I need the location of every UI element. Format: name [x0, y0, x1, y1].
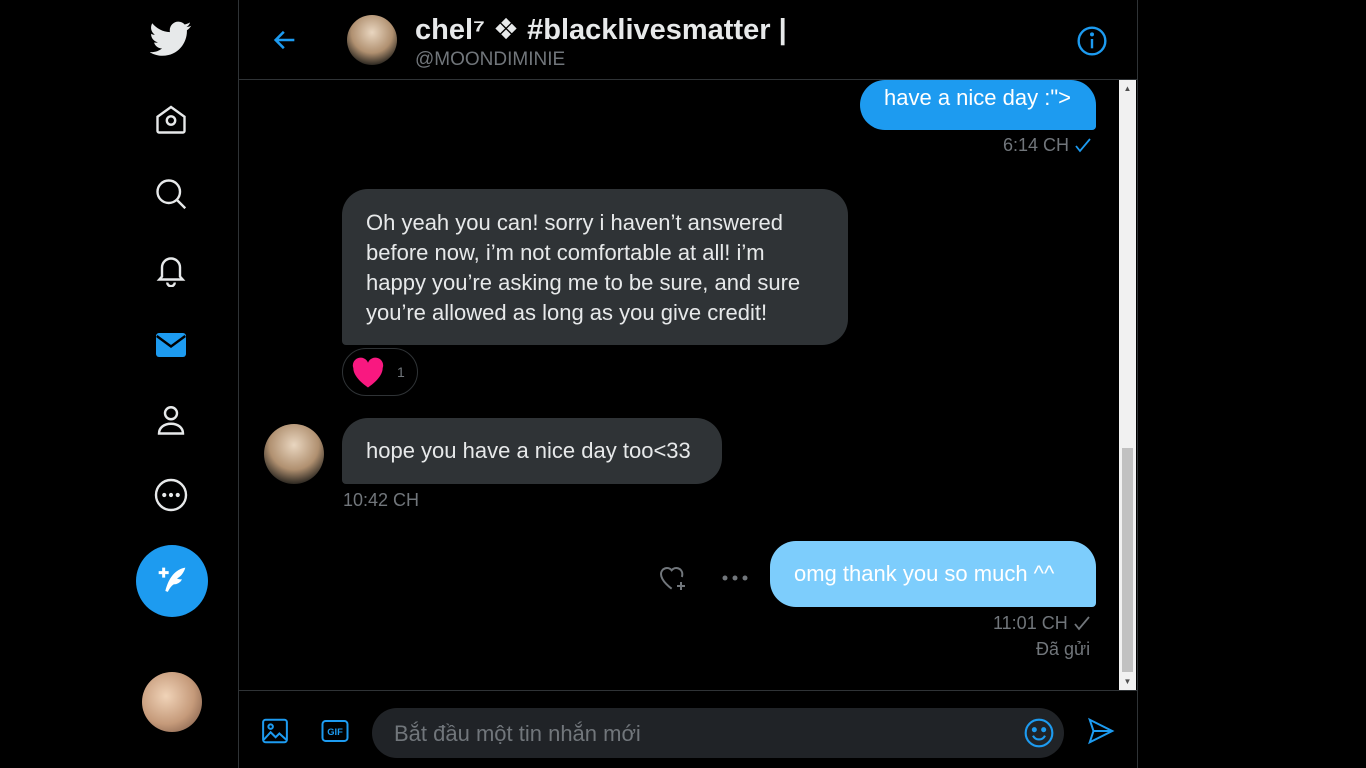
smiley-icon	[1024, 718, 1054, 748]
right-blank-area	[1138, 0, 1366, 768]
info-icon	[1077, 26, 1107, 56]
received-message-bubble[interactable]: Oh yeah you can! sorry i haven’t answere…	[342, 189, 848, 345]
sent-message-bubble[interactable]: have a nice day :">	[860, 80, 1096, 130]
sent-message-bubble[interactable]: omg thank you so much ^^	[770, 541, 1096, 607]
more-horizontal-icon	[722, 575, 748, 581]
add-media-button[interactable]	[257, 713, 293, 749]
sent-check-icon	[1074, 616, 1090, 631]
account-avatar[interactable]	[142, 672, 202, 732]
svg-text:GIF: GIF	[327, 727, 343, 737]
message-text: have a nice day :">	[884, 85, 1071, 110]
message-input-container	[372, 708, 1064, 760]
message-time: 11:01 CH	[993, 613, 1068, 633]
conversation-header: chel⁷ ❖ #blacklivesmatter | @MOONDIMINIE	[239, 0, 1137, 80]
conversation-pane: chel⁷ ❖ #blacklivesmatter | @MOONDIMINIE…	[238, 0, 1138, 768]
message-scrollbar[interactable]: ▲ ▼	[1119, 80, 1136, 690]
left-nav	[0, 0, 238, 768]
reaction-badge[interactable]: 1	[342, 348, 418, 396]
compose-tweet-icon	[158, 567, 186, 592]
compose-tweet-button[interactable]	[136, 545, 208, 617]
message-input[interactable]	[392, 708, 996, 760]
message-list: have a nice day :"> 6:14 CH Oh yeah you …	[239, 80, 1137, 690]
messages-icon[interactable]	[142, 316, 200, 374]
conversation-info-button[interactable]	[1075, 24, 1109, 58]
message-meta: 6:14 CH	[1003, 135, 1092, 156]
notifications-icon[interactable]	[142, 240, 200, 298]
read-check-icon	[1075, 138, 1091, 153]
send-button[interactable]	[1083, 713, 1119, 749]
message-time: 6:14 CH	[1003, 135, 1070, 155]
gif-icon: GIF	[321, 720, 349, 742]
message-text: Oh yeah you can! sorry i haven’t answere…	[366, 210, 801, 325]
heart-icon	[352, 357, 384, 388]
home-icon[interactable]	[142, 90, 200, 148]
more-icon[interactable]	[142, 466, 200, 524]
twitter-logo-icon[interactable]	[142, 10, 200, 68]
scroll-thumb[interactable]	[1122, 448, 1133, 672]
scroll-down-arrow-icon[interactable]: ▼	[1119, 673, 1136, 690]
message-meta: 11:01 CH	[993, 613, 1091, 634]
message-text: omg thank you so much ^^	[794, 561, 1055, 586]
contact-avatar[interactable]	[347, 15, 397, 65]
message-time: 10:42 CH	[343, 490, 420, 510]
send-icon	[1088, 717, 1115, 745]
arrow-left-icon	[273, 30, 295, 50]
message-status: Đã gửi	[1036, 639, 1091, 659]
emoji-button[interactable]	[1022, 716, 1056, 750]
profile-icon[interactable]	[142, 391, 200, 449]
contact-name[interactable]: chel⁷ ❖ #blacklivesmatter |	[415, 12, 787, 47]
message-more-button[interactable]	[719, 562, 751, 594]
react-button[interactable]	[657, 562, 689, 594]
contact-handle: @MOONDIMINIE	[415, 49, 566, 70]
scroll-up-arrow-icon[interactable]: ▲	[1119, 80, 1136, 97]
received-message-bubble[interactable]: hope you have a nice day too<33	[342, 418, 722, 484]
message-text: hope you have a nice day too<33	[366, 438, 691, 463]
back-button[interactable]	[267, 22, 303, 58]
heart-plus-icon	[659, 567, 685, 590]
explore-icon[interactable]	[142, 165, 200, 223]
image-icon	[262, 718, 288, 744]
reaction-count: 1	[397, 364, 405, 380]
sender-avatar[interactable]	[264, 424, 324, 484]
message-composer: GIF	[239, 690, 1137, 768]
add-gif-button[interactable]: GIF	[317, 713, 353, 749]
